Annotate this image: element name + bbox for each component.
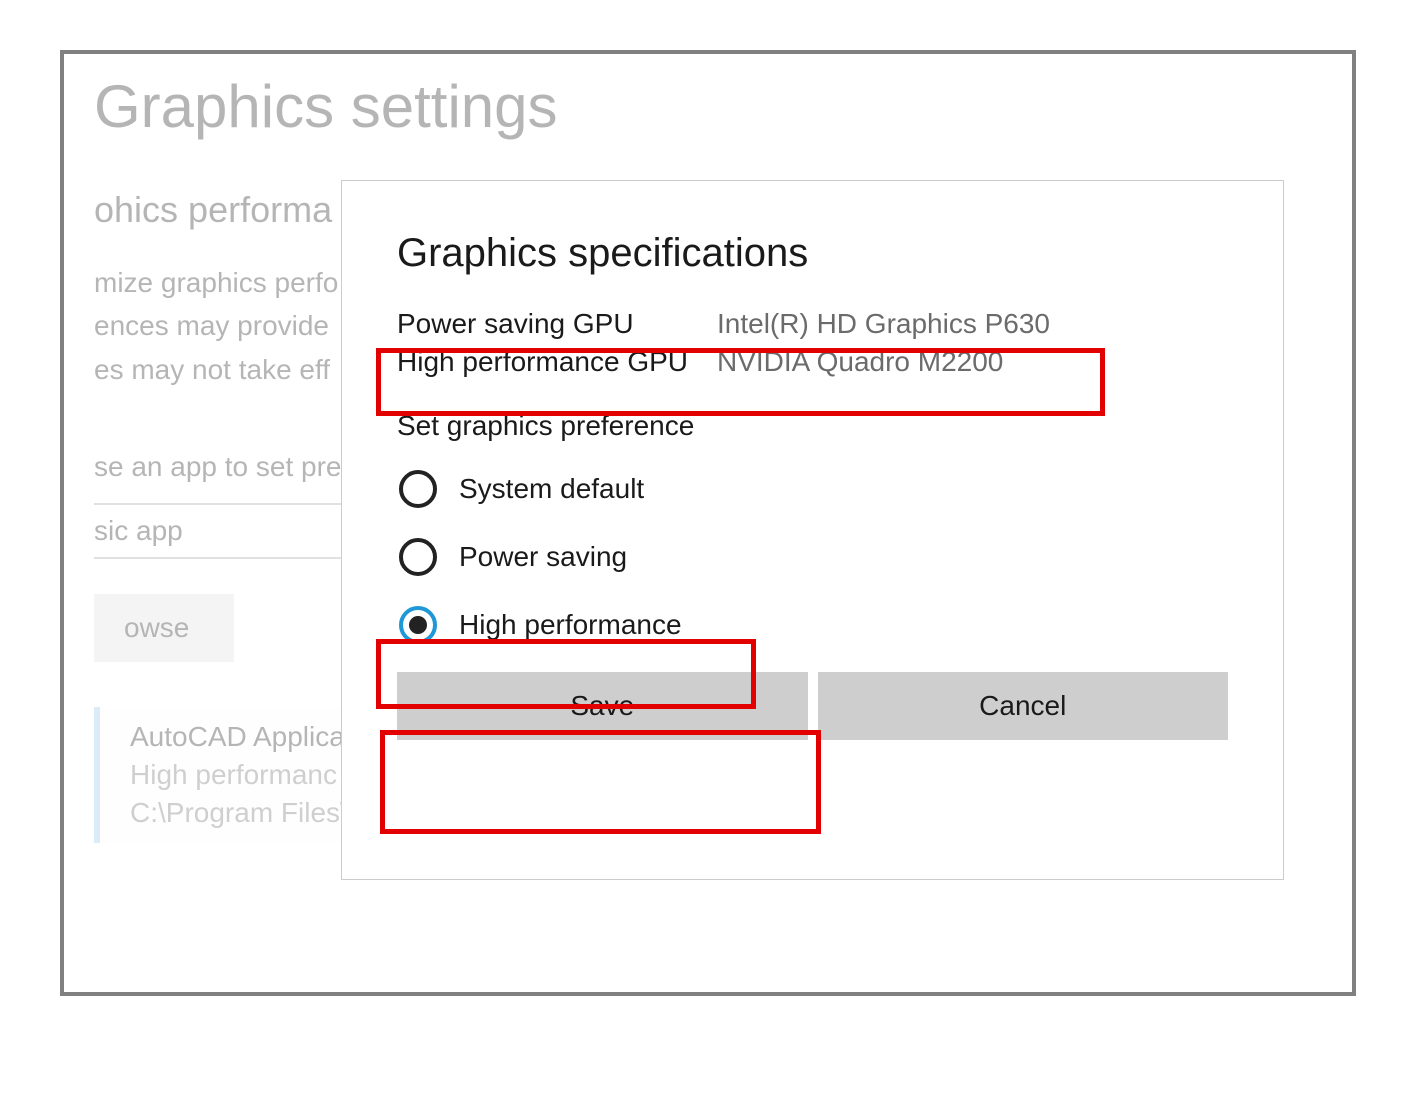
power-gpu-value: Intel(R) HD Graphics P630 xyxy=(717,308,1228,340)
gpu-spec-table: Power saving GPU Intel(R) HD Graphics P6… xyxy=(397,308,1228,378)
radio-dot-icon xyxy=(409,616,427,634)
dialog-title: Graphics specifications xyxy=(397,231,1228,276)
perf-gpu-label: High performance GPU xyxy=(397,346,717,378)
radio-label: Power saving xyxy=(459,541,627,573)
radio-label: System default xyxy=(459,473,644,505)
radio-icon xyxy=(399,538,437,576)
save-button[interactable]: Save xyxy=(397,672,808,740)
graphics-specifications-dialog: Graphics specifications Power saving GPU… xyxy=(341,180,1284,880)
browse-button[interactable]: owse xyxy=(94,594,234,662)
perf-gpu-value: NVIDIA Quadro M2200 xyxy=(717,346,1228,378)
cancel-button[interactable]: Cancel xyxy=(818,672,1229,740)
page-title: Graphics settings xyxy=(94,72,1322,141)
dialog-button-row: Save Cancel xyxy=(397,672,1228,740)
radio-high-performance[interactable]: High performance xyxy=(397,604,690,646)
radio-power-saving[interactable]: Power saving xyxy=(397,536,635,578)
preference-section-label: Set graphics preference xyxy=(397,410,1228,442)
settings-window: Graphics settings ohics performa mize gr… xyxy=(60,50,1356,996)
radio-system-default[interactable]: System default xyxy=(397,468,652,510)
radio-label: High performance xyxy=(459,609,682,641)
radio-icon-selected xyxy=(399,606,437,644)
radio-icon xyxy=(399,470,437,508)
power-gpu-label: Power saving GPU xyxy=(397,308,717,340)
app-type-dropdown[interactable]: sic app xyxy=(94,503,364,559)
